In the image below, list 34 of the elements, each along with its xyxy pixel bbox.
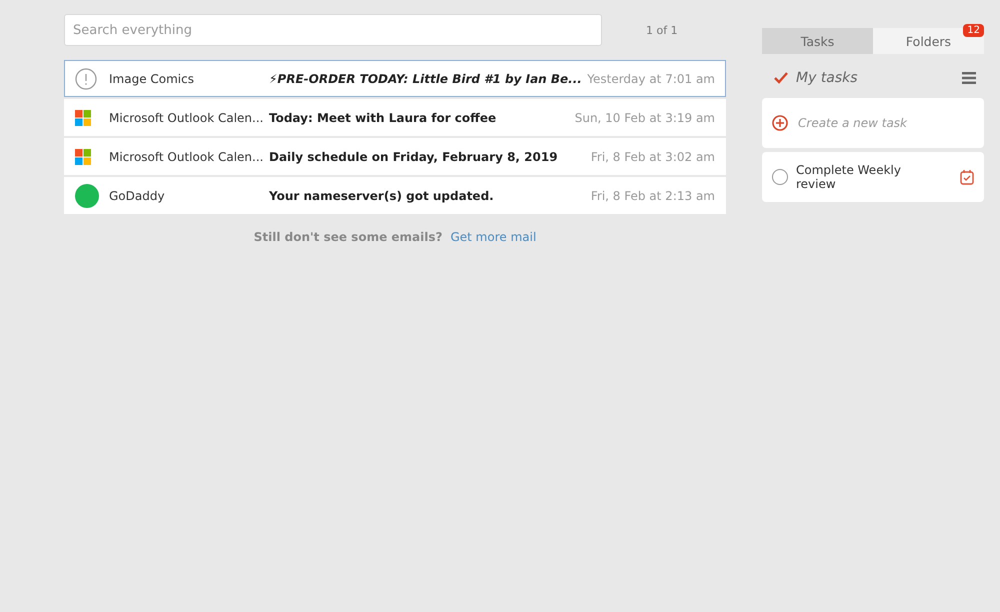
- menu-icon[interactable]: [962, 72, 976, 84]
- task-list-title[interactable]: My tasks: [796, 70, 954, 86]
- calendar-icon[interactable]: [960, 169, 974, 185]
- email-subject: ⚡PRE-ORDER TODAY: Little Bird #1 by Ian Be...: [269, 72, 583, 86]
- windows-logo-icon: [75, 148, 91, 164]
- email-subject: Your nameserver(s) got updated.: [269, 188, 495, 202]
- new-task-input[interactable]: Create a new task: [796, 115, 974, 131]
- more-emails-text: Still don't see some emails?: [254, 230, 442, 244]
- task-card[interactable]: Complete Weekly review: [762, 152, 984, 202]
- task-checkbox[interactable]: [772, 169, 788, 185]
- alert-icon: [75, 68, 97, 90]
- search-field[interactable]: Search everything: [64, 14, 602, 46]
- email-row[interactable]: Microsoft Outlook Calen... Today: Meet with Laura for coffee Sun, 10 Feb at 3:19 am: [64, 99, 726, 136]
- checkmark-icon: [774, 72, 788, 84]
- email-sender: Microsoft Outlook Calen...: [109, 150, 264, 164]
- windows-logo-icon: [75, 110, 91, 126]
- email-row[interactable]: Image Comics ⚡PRE-ORDER TODAY: Little Bird #1 by Ian Be... Yesterday at 7:01 am: [64, 60, 726, 97]
- email-time: Fri, 8 Feb at 2:13 am: [590, 188, 715, 202]
- email-row[interactable]: GoDaddy Your nameserver(s) got updated. Fri, 8 Feb at 2:13 am: [64, 177, 726, 214]
- email-time: Yesterday at 7:01 am: [587, 72, 715, 86]
- email-row[interactable]: Microsoft Outlook Calen... Daily schedule on Friday, February 8, 2019 Fri, 8 Feb at 3:02 am: [64, 138, 726, 175]
- tab[interactable]: Tasks: [762, 28, 873, 54]
- add-icon: [772, 115, 788, 131]
- task-title: Complete Weekly review: [796, 163, 902, 191]
- new-task-field[interactable]: Create a new task: [762, 98, 984, 148]
- email-sender: Image Comics: [109, 72, 195, 86]
- email-subject: Today: Meet with Laura for coffee: [269, 110, 498, 124]
- email-sender: GoDaddy: [109, 188, 166, 202]
- email-sender: Microsoft Outlook Calen...: [109, 110, 264, 124]
- email-time: Sun, 10 Feb at 3:19 am: [574, 110, 715, 124]
- page-counter: 1 of 1: [646, 24, 678, 36]
- email-subject: Daily schedule on Friday, February 8, 2019: [269, 150, 559, 164]
- count-badge: 12: [963, 24, 984, 37]
- email-time: Fri, 8 Feb at 3:02 am: [590, 150, 715, 164]
